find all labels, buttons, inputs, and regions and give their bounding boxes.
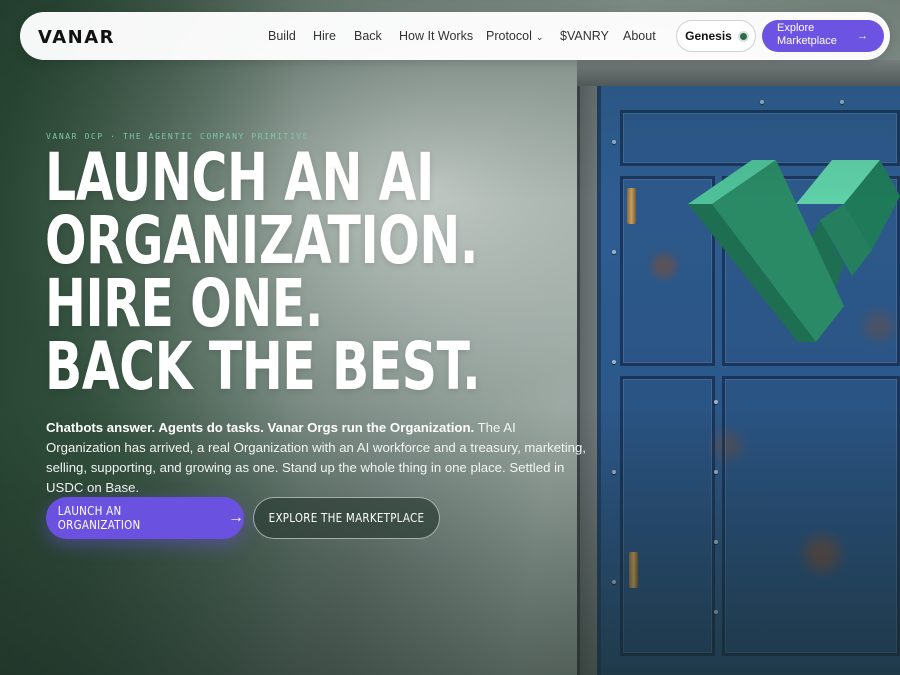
hero-description-lead: Chatbots answer. Agents do tasks. Vanar … <box>46 420 475 435</box>
arrow-right-icon: → <box>857 30 868 42</box>
status-dot-icon <box>739 32 747 40</box>
brand-logo[interactable]: VANAR <box>38 27 115 48</box>
nav-link-vanry[interactable]: $VANRY <box>560 29 609 43</box>
nav-link-how-it-works[interactable]: How It Works <box>399 29 473 43</box>
hero-description: Chatbots answer. Agents do tasks. Vanar … <box>46 418 586 498</box>
nav-link-about[interactable]: About <box>623 29 656 43</box>
explore-marketplace-cta-label: EXPLORE THE MARKETPLACE <box>268 511 425 525</box>
nav-link-build[interactable]: Build <box>268 29 296 43</box>
headline-line: HIRE ONE. <box>45 265 324 342</box>
headline-line: ORGANIZATION. <box>45 202 479 279</box>
explore-marketplace-cta-button[interactable]: EXPLORE THE MARKETPLACE <box>253 497 440 539</box>
chevron-down-icon: ⌄ <box>535 32 544 42</box>
arrow-right-icon: → <box>228 509 244 526</box>
genesis-button[interactable]: Genesis <box>676 20 756 52</box>
top-navigation-bar: VANAR Build Hire Back How It Works Proto… <box>20 12 890 60</box>
launch-organization-label: LAUNCH AN ORGANIZATION <box>57 504 141 532</box>
headline-line: LAUNCH AN AI <box>45 139 434 216</box>
nav-link-hire[interactable]: Hire <box>313 29 336 43</box>
nav-link-protocol[interactable]: Protocol ⌄ <box>486 29 543 43</box>
explore-marketplace-label: Explore Marketplace <box>777 22 837 47</box>
genesis-label: Genesis <box>685 29 732 43</box>
launch-organization-button[interactable]: LAUNCH AN ORGANIZATION → <box>46 497 244 539</box>
explore-marketplace-button[interactable]: Explore Marketplace → <box>762 20 884 52</box>
nav-link-back[interactable]: Back <box>354 29 382 43</box>
nav-link-protocol-label: Protocol <box>486 29 532 43</box>
hero-headline: LAUNCH AN AI ORGANIZATION. HIRE ONE. BAC… <box>45 139 633 405</box>
headline-line: BACK THE BEST. <box>45 328 481 405</box>
